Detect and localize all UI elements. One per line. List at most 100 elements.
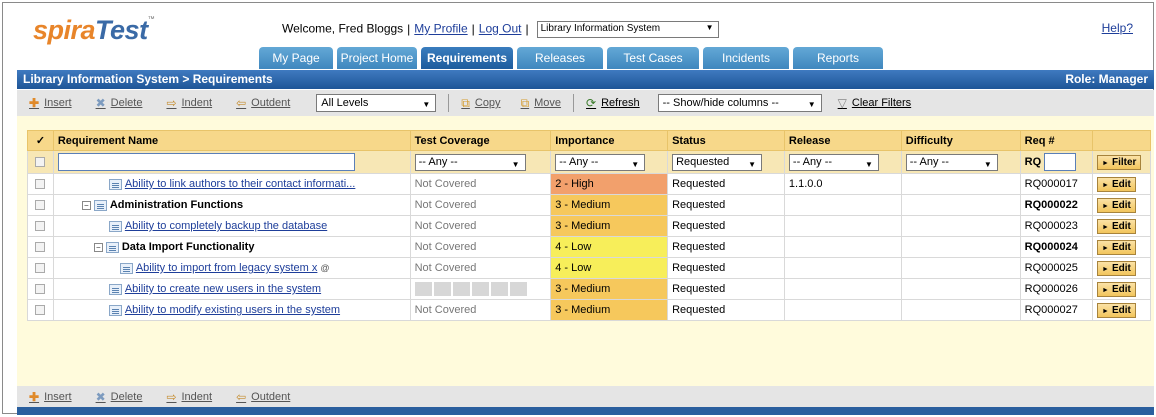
release-cell: 1.1.0.0 — [783, 173, 902, 195]
play-arrow-icon: ► — [1102, 307, 1109, 315]
release-filter-select[interactable]: -- Any -- ▼ — [788, 153, 879, 171]
select-all-checkbox[interactable] — [35, 157, 46, 168]
insert-button[interactable]: ✚ Insert — [29, 96, 72, 110]
tab-requirements[interactable]: Requirements — [421, 47, 513, 69]
status-cell: Requested — [667, 215, 785, 237]
funnel-icon: ▽ — [837, 96, 847, 110]
importance-cell: 4 - Low — [550, 257, 669, 279]
requirement-icon — [108, 220, 122, 232]
importance-filter-select[interactable]: -- Any -- ▼ — [555, 153, 646, 171]
insert-button[interactable]: ✚ Insert — [29, 390, 72, 404]
edit-button[interactable]: ► Edit — [1097, 176, 1136, 192]
outdent-arrow-icon: ⇦ — [236, 96, 247, 110]
row-checkbox[interactable] — [35, 305, 46, 316]
coverage-cell: Not Covered — [409, 257, 552, 279]
difficulty-cell — [900, 173, 1021, 195]
status-filter-select[interactable]: Requested ▼ — [672, 153, 763, 171]
row-checkbox[interactable] — [35, 200, 46, 211]
row-checkbox[interactable] — [35, 221, 46, 232]
edit-button[interactable]: ► Edit — [1097, 281, 1136, 297]
coverage-bar — [409, 278, 552, 300]
column-header-reqnum[interactable]: Req # — [1019, 130, 1094, 151]
edit-button[interactable]: ► Edit — [1097, 260, 1136, 276]
coverage-cell: Not Covered — [409, 236, 552, 258]
coverage-cell: Not Covered — [409, 173, 552, 195]
my-profile-link[interactable]: My Profile — [414, 22, 467, 36]
collapse-icon[interactable]: − — [81, 200, 91, 210]
requirement-icon — [119, 262, 133, 274]
delete-button[interactable]: ✖ Delete — [96, 390, 143, 404]
chevron-down-icon: ▼ — [422, 100, 431, 109]
project-select[interactable]: Library Information System ▼ — [536, 21, 719, 38]
copy-icon: ⧉ — [461, 95, 470, 110]
importance-cell: 3 - Medium — [550, 215, 669, 237]
column-header-importance[interactable]: Importance — [550, 130, 669, 151]
edit-button[interactable]: ► Edit — [1097, 302, 1136, 318]
requirement-link[interactable]: Ability to create new users in the syste… — [125, 283, 321, 295]
edit-button[interactable]: ► Edit — [1097, 239, 1136, 255]
levels-select[interactable]: All Levels ▼ — [316, 94, 437, 112]
clear-filters-button[interactable]: ▽ Clear Filters — [838, 96, 912, 110]
column-header-status[interactable]: Status — [667, 130, 785, 151]
row-checkbox[interactable] — [35, 284, 46, 295]
reqnum-cell: RQ000017 — [1019, 173, 1094, 195]
chevron-down-icon: ▼ — [983, 159, 992, 169]
insert-icon: ✚ — [29, 96, 40, 110]
coverage-filter-select[interactable]: -- Any -- ▼ — [414, 153, 526, 171]
delete-button[interactable]: ✖ Delete — [96, 96, 143, 110]
reqnum-cell: RQ000023 — [1019, 215, 1094, 237]
app-frame: spiraTest™ Welcome, Fred Bloggs | My Profi… — [2, 2, 1154, 415]
chevron-down-icon: ▼ — [511, 159, 520, 169]
edit-button[interactable]: ► Edit — [1097, 197, 1136, 213]
tab-test-cases[interactable]: Test Cases — [607, 47, 699, 69]
chevron-down-icon: ▼ — [807, 100, 816, 109]
tab-incidents[interactable]: Incidents — [703, 47, 789, 69]
welcome-text: Welcome, Fred Bloggs — [282, 21, 404, 36]
attachment-icon: @ — [320, 263, 330, 273]
role-label: Role: Manager — [1065, 72, 1148, 86]
refresh-button[interactable]: ⟳ Refresh — [586, 96, 640, 110]
edit-button[interactable]: ► Edit — [1097, 218, 1136, 234]
top-toolbar: ✚ Insert ✖ Delete ⇨ Indent ⇦ Outdent All Lev… — [17, 90, 1154, 116]
refresh-icon: ⟳ — [586, 96, 597, 110]
indent-button[interactable]: ⇨ Indent — [166, 390, 212, 404]
requirement-link[interactable]: Ability to import from legacy system x — [136, 262, 318, 274]
indent-button[interactable]: ⇨ Indent — [166, 96, 212, 110]
difficulty-cell — [900, 236, 1021, 258]
column-header-coverage[interactable]: Test Coverage — [409, 130, 552, 151]
name-filter-input[interactable] — [57, 153, 355, 171]
column-header-actions — [1092, 130, 1151, 151]
requirement-link[interactable]: Ability to link authors to their contact… — [125, 178, 356, 190]
tab-my-page[interactable]: My Page — [259, 47, 333, 69]
column-header-difficulty[interactable]: Difficulty — [900, 130, 1021, 151]
outdent-button[interactable]: ⇦ Outdent — [236, 96, 290, 110]
copy-button[interactable]: ⧉ Copy — [461, 96, 500, 111]
column-header-release[interactable]: Release — [783, 130, 902, 151]
difficulty-filter-select[interactable]: -- Any -- ▼ — [905, 153, 998, 171]
requirement-link[interactable]: Ability to completely backup the databas… — [125, 220, 327, 232]
difficulty-cell — [900, 299, 1021, 321]
requirement-icon — [108, 283, 122, 295]
log-out-link[interactable]: Log Out — [479, 22, 522, 36]
column-header-name[interactable]: Requirement Name — [52, 130, 411, 151]
collapse-icon[interactable]: − — [93, 242, 103, 252]
show-hide-columns-select[interactable]: -- Show/hide columns -- ▼ — [657, 94, 822, 112]
tab-reports[interactable]: Reports — [793, 47, 883, 69]
play-arrow-icon: ► — [1102, 265, 1109, 273]
importance-cell: 2 - High — [550, 173, 669, 195]
requirement-link[interactable]: Ability to modify existing users in the … — [125, 304, 340, 316]
requirement-folder-name: Administration Functions — [109, 199, 244, 211]
row-checkbox[interactable] — [35, 179, 46, 190]
row-checkbox[interactable] — [35, 263, 46, 274]
outdent-button[interactable]: ⇦ Outdent — [236, 390, 290, 404]
row-checkbox[interactable] — [35, 242, 46, 253]
filter-button[interactable]: ► Filter — [1097, 154, 1142, 170]
release-cell — [783, 257, 902, 279]
move-button[interactable]: ⧉ Move — [521, 96, 561, 111]
help-link[interactable]: Help? — [1102, 21, 1133, 35]
importance-cell: 3 - Medium — [550, 278, 669, 300]
tab-project-home[interactable]: Project Home — [337, 47, 417, 69]
tab-releases[interactable]: Releases — [517, 47, 603, 69]
reqnum-filter-input[interactable] — [1044, 153, 1077, 171]
importance-cell: 4 - Low — [550, 236, 669, 258]
